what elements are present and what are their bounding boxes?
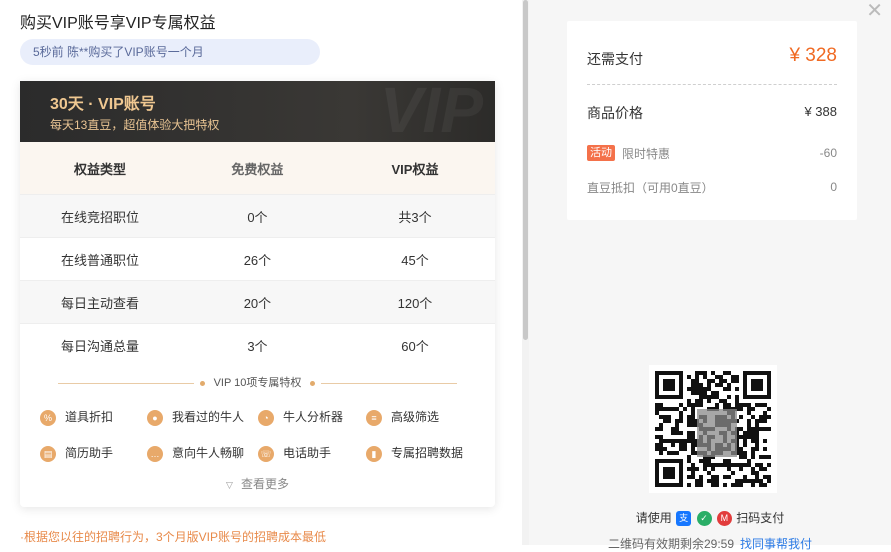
payment-summary: 还需支付 ¥ 328 商品价格 ¥ 388 活动 限时特惠 -60 直豆抵扣（可…: [567, 21, 857, 220]
price-label: 商品价格: [587, 105, 643, 121]
need-pay-label: 还需支付: [587, 51, 643, 67]
view-more-button[interactable]: ▽ 查看更多: [20, 475, 495, 492]
privilege-item-discount[interactable]: % 道具折扣: [40, 407, 113, 427]
dot-icon: [199, 380, 205, 386]
unionpay-icon: M: [716, 511, 732, 527]
payment-qr-code: [649, 365, 777, 493]
vip-watermark-icon: VIP: [379, 81, 483, 142]
free-value: 20个: [179, 280, 335, 324]
resume-icon: ▤: [40, 445, 56, 462]
qr-code-icon: [655, 371, 771, 487]
dot-icon: [310, 380, 316, 386]
benefit-name: 在线竞招职位: [20, 194, 180, 238]
scrollbar-thumb[interactable]: [523, 0, 528, 340]
activity-label: 限时特惠: [622, 147, 671, 161]
benefit-name: 每日沟通总量: [20, 323, 180, 366]
data-chart-icon: ▮: [366, 445, 382, 462]
close-icon[interactable]: ✕: [866, 0, 883, 23]
privilege-label: 高级筛选: [391, 410, 440, 424]
vip-value: 60个: [334, 323, 495, 366]
privilege-label: 电话助手: [283, 446, 332, 460]
chat-icon: …: [147, 445, 163, 462]
header-benefit-type: 权益类型: [20, 142, 180, 195]
wechat-icon: ✓: [696, 511, 712, 527]
purchase-notice: 5秒前 陈**购买了VIP账号一个月: [20, 39, 320, 65]
expire-text: 二维码有效期剩余29:59: [607, 537, 734, 551]
privilege-label: 意向牛人畅聊: [172, 446, 245, 460]
scan-prefix: 请使用: [635, 511, 672, 525]
person-icon: ●: [147, 409, 163, 426]
discount-icon: %: [40, 409, 56, 426]
qr-expire: 二维码有效期剩余29:59 找同事帮我付: [529, 535, 891, 552]
purchase-panel: 购买VIP账号享VIP专属权益 5秒前 陈**购买了VIP账号一个月 VIP 3…: [0, 0, 522, 545]
privilege-label: 专属招聘数据: [391, 446, 464, 460]
package-title: 30天 · VIP账号: [50, 96, 156, 113]
privileges-title: VIP 10项专属特权: [20, 374, 495, 390]
privilege-item-analysis[interactable]: ◔ 牛人分析器: [258, 407, 343, 427]
analysis-icon: ◔: [258, 409, 274, 426]
privileges-title-text: VIP 10项专属特权: [213, 377, 302, 389]
divider: [321, 382, 458, 384]
privilege-item-phone[interactable]: ☏ 电话助手: [258, 443, 331, 463]
privilege-label: 我看过的牛人: [172, 410, 245, 424]
chevron-down-icon: ▽: [226, 480, 233, 490]
free-value: 26个: [179, 237, 335, 281]
free-value: 3个: [179, 323, 335, 366]
payment-panel: ✕ 还需支付 ¥ 328 商品价格 ¥ 388 活动 限时特惠 -60 直豆抵扣…: [529, 0, 891, 551]
privilege-label: 牛人分析器: [283, 410, 344, 424]
table-row: 每日沟通总量 3个 60个: [20, 323, 495, 366]
header-free: 免费权益: [179, 142, 335, 195]
table-row: 每日主动查看 20个 120个: [20, 280, 495, 324]
divider: [57, 382, 194, 384]
table-header-row: 权益类型 免费权益 VIP权益: [20, 142, 495, 195]
table-row: 在线普通职位 26个 45个: [20, 237, 495, 281]
benefit-name: 每日主动查看: [20, 280, 180, 324]
deduct-label: 直豆抵扣（可用0直豆）: [587, 181, 714, 195]
privilege-item-data[interactable]: ▮ 专属招聘数据: [366, 443, 463, 463]
alipay-icon: 支: [676, 511, 692, 527]
deduct-value: 0: [830, 180, 837, 194]
scan-suffix: 扫码支付: [736, 511, 785, 525]
activity-badge: 活动: [587, 145, 615, 161]
privilege-label: 简历助手: [65, 446, 114, 460]
vip-value: 120个: [334, 280, 495, 324]
free-value: 0个: [179, 194, 335, 238]
scan-instruction: 请使用 支 ✓ M 扫码支付: [529, 509, 891, 527]
privilege-item-filter[interactable]: ≡ 高级筛选: [366, 407, 439, 427]
page-title: 购买VIP账号享VIP专属权益: [20, 15, 216, 32]
scrollbar[interactable]: [522, 0, 529, 545]
header-vip: VIP权益: [334, 142, 495, 195]
table-row: 在线竞招职位 0个 共3个: [20, 194, 495, 238]
divider: [587, 84, 837, 85]
privilege-item-viewed[interactable]: ● 我看过的牛人: [147, 407, 244, 427]
privilege-item-chat[interactable]: … 意向牛人畅聊: [147, 443, 244, 463]
vip-value: 共3个: [334, 194, 495, 238]
help-pay-link[interactable]: 找同事帮我付: [740, 537, 812, 551]
activity-value: -60: [819, 146, 837, 160]
privilege-item-resume[interactable]: ▤ 简历助手: [40, 443, 113, 463]
price-value: ¥ 388: [804, 104, 837, 119]
benefits-table: 权益类型 免费权益 VIP权益 在线竞招职位 0个 共3个 在线普通职位 26个…: [20, 142, 495, 366]
vip-value: 45个: [334, 237, 495, 281]
benefit-name: 在线普通职位: [20, 237, 180, 281]
vip-banner: VIP 30天 · VIP账号 每天13直豆，超值体验大把特权: [20, 81, 495, 142]
filter-icon: ≡: [366, 409, 382, 426]
view-more-label: 查看更多: [240, 477, 289, 491]
recommend-hint: ·根据您以往的招聘行为，3个月版VIP账号的招聘成本最低: [20, 530, 327, 544]
privilege-label: 道具折扣: [65, 410, 114, 424]
need-pay-amount: ¥ 328: [789, 45, 837, 66]
vip-package-card[interactable]: VIP 30天 · VIP账号 每天13直豆，超值体验大把特权 权益类型 免费权…: [20, 81, 495, 507]
phone-icon: ☏: [258, 445, 274, 462]
package-subtitle: 每天13直豆，超值体验大把特权: [50, 118, 220, 132]
